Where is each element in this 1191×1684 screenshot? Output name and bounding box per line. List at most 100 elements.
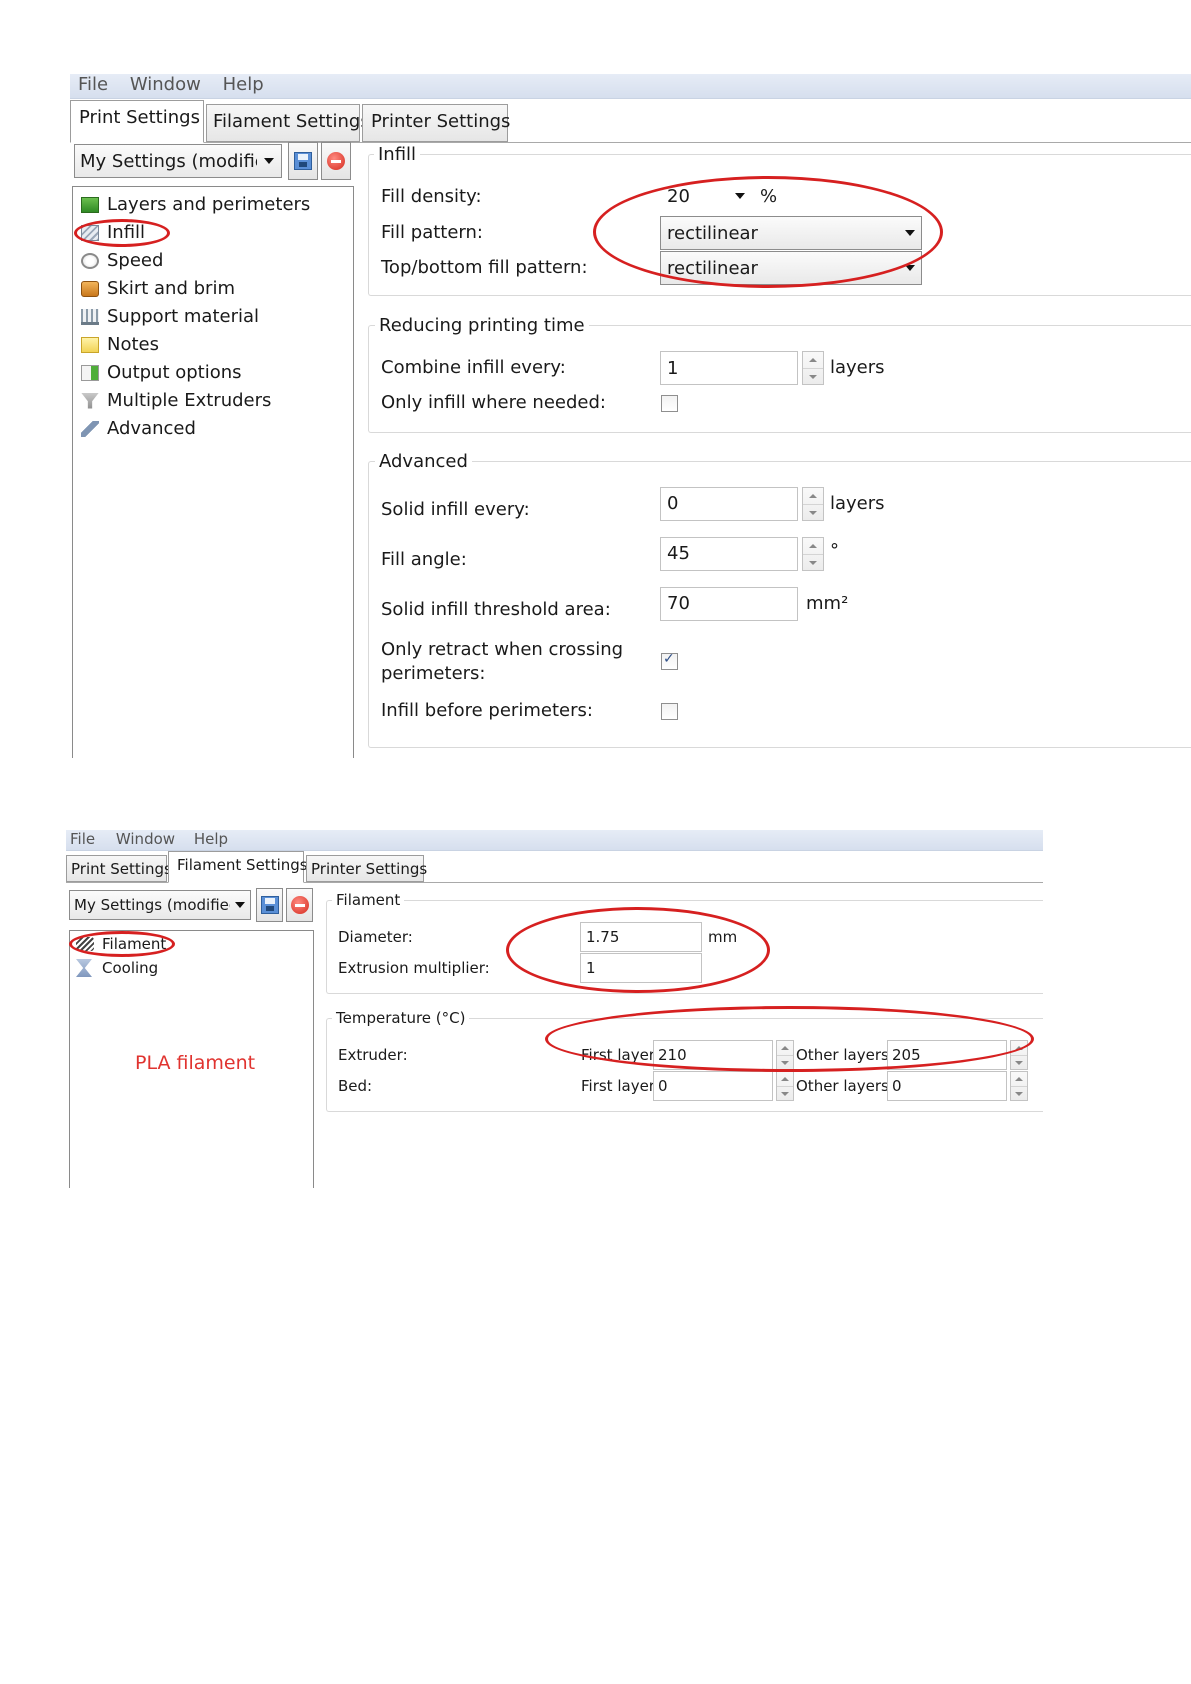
stepper-down-icon[interactable] xyxy=(777,1055,793,1070)
support-icon xyxy=(81,308,99,325)
menu-window[interactable]: Window xyxy=(130,74,201,96)
bed-label: Bed: xyxy=(338,1077,373,1095)
tree-item-speed[interactable]: Speed xyxy=(81,250,163,271)
bed-other-layers-label: Other layers: xyxy=(796,1077,894,1095)
solid-infill-every-input[interactable]: 0 xyxy=(660,487,798,521)
tree-item-layers[interactable]: Layers and perimeters xyxy=(81,194,310,215)
stepper-down-icon[interactable] xyxy=(777,1086,793,1101)
fill-density-unit: % xyxy=(760,186,778,207)
tree-item-filament[interactable]: Filament xyxy=(76,935,166,953)
tree-item-cooling[interactable]: Cooling xyxy=(76,959,158,977)
solid-infill-every-stepper[interactable] xyxy=(802,487,824,521)
solid-infill-every-label: Solid infill every: xyxy=(381,499,530,520)
fill-angle-unit: ° xyxy=(830,540,839,561)
extruder-label: Extruder: xyxy=(338,1046,408,1064)
delete-icon xyxy=(327,152,345,170)
diameter-label: Diameter: xyxy=(338,928,413,946)
stepper-up-icon[interactable] xyxy=(777,1072,793,1086)
filament-icon xyxy=(76,937,94,951)
tree-item-advanced[interactable]: Advanced xyxy=(81,418,196,439)
bed-other-layers-input[interactable]: 0 xyxy=(887,1071,1007,1101)
tree-item-label: Support material xyxy=(107,306,260,327)
temperature-section-title: Temperature (°C) xyxy=(332,1009,470,1027)
stepper-up-icon[interactable] xyxy=(803,352,823,368)
tab-strip: Print Settings Filament Settings Printer… xyxy=(66,851,1043,883)
threshold-area-unit: mm² xyxy=(806,593,849,614)
settings-tree: Layers and perimeters Infill Speed Skirt… xyxy=(72,186,354,758)
menu-file[interactable]: File xyxy=(78,74,108,96)
delete-preset-button[interactable] xyxy=(286,888,313,922)
menu-help[interactable]: Help xyxy=(194,830,228,849)
threshold-area-input[interactable]: 70 xyxy=(660,587,798,621)
bed-first-layer-input[interactable]: 0 xyxy=(653,1071,773,1101)
top-bottom-pattern-select[interactable]: rectilinear xyxy=(660,251,922,285)
tree-item-infill[interactable]: Infill xyxy=(81,222,145,243)
preset-select[interactable]: My Settings (modified xyxy=(69,890,251,920)
tree-item-skirt[interactable]: Skirt and brim xyxy=(81,278,235,299)
extruder-other-layers-input[interactable]: 205 xyxy=(887,1040,1007,1070)
stepper-up-icon[interactable] xyxy=(803,488,823,504)
combine-infill-input[interactable]: 1 xyxy=(660,351,798,385)
menu-file[interactable]: File xyxy=(70,830,95,849)
menu-help[interactable]: Help xyxy=(223,74,264,96)
menu-window[interactable]: Window xyxy=(116,830,175,849)
tab-print-settings[interactable]: Print Settings xyxy=(70,100,204,143)
stepper-down-icon[interactable] xyxy=(803,554,823,571)
tree-item-notes[interactable]: Notes xyxy=(81,334,159,355)
extrusion-multiplier-value: 1 xyxy=(586,959,596,977)
only-retract-checkbox[interactable] xyxy=(661,651,678,670)
extruder-first-layer-stepper[interactable] xyxy=(776,1040,794,1070)
fill-density-label: Fill density: xyxy=(381,186,482,207)
fill-density-select[interactable]: 20 xyxy=(660,182,754,210)
bed-other-layers-value: 0 xyxy=(892,1077,902,1095)
extruder-first-layer-input[interactable]: 210 xyxy=(653,1040,773,1070)
tree-item-extruders[interactable]: Multiple Extruders xyxy=(81,390,271,411)
tree-item-label: Cooling xyxy=(102,959,159,977)
only-infill-needed-checkbox[interactable] xyxy=(661,395,678,412)
stepper-up-icon[interactable] xyxy=(803,538,823,554)
bed-other-layers-stepper[interactable] xyxy=(1010,1071,1028,1101)
fill-angle-stepper[interactable] xyxy=(802,537,824,571)
tree-item-label: Output options xyxy=(107,362,242,383)
top-bottom-pattern-label: Top/bottom fill pattern: xyxy=(381,257,588,278)
tree-item-label: Advanced xyxy=(107,418,196,439)
extruder-other-layers-value: 205 xyxy=(892,1046,921,1064)
combine-infill-stepper[interactable] xyxy=(802,351,824,385)
menu-bar: File Window Help xyxy=(70,74,1191,99)
save-icon xyxy=(294,152,312,170)
extruder-first-layer-value: 210 xyxy=(658,1046,687,1064)
fill-pattern-label: Fill pattern: xyxy=(381,222,483,243)
tree-item-support[interactable]: Support material xyxy=(81,306,259,327)
infill-before-perimeters-checkbox[interactable] xyxy=(661,703,678,720)
extruder-other-layers-stepper[interactable] xyxy=(1010,1040,1028,1070)
reducing-time-section-title: Reducing printing time xyxy=(375,315,589,336)
solid-infill-every-value: 0 xyxy=(667,493,679,514)
stepper-down-icon[interactable] xyxy=(803,504,823,521)
diameter-input[interactable]: 1.75 xyxy=(580,922,702,952)
delete-preset-button[interactable] xyxy=(321,142,351,180)
extrusion-multiplier-input[interactable]: 1 xyxy=(580,953,702,983)
fill-pattern-select[interactable]: rectilinear xyxy=(660,216,922,250)
wrench-icon xyxy=(81,420,99,437)
save-preset-button[interactable] xyxy=(256,888,283,922)
save-preset-button[interactable] xyxy=(288,142,318,180)
bed-first-layer-stepper[interactable] xyxy=(776,1071,794,1101)
tab-printer-settings[interactable]: Printer Settings xyxy=(362,104,510,142)
stepper-up-icon[interactable] xyxy=(1011,1072,1027,1086)
stepper-down-icon[interactable] xyxy=(1011,1086,1027,1101)
combine-infill-value: 1 xyxy=(667,358,679,379)
stepper-up-icon[interactable] xyxy=(1011,1041,1027,1055)
stepper-up-icon[interactable] xyxy=(777,1041,793,1055)
infill-icon xyxy=(81,224,99,241)
tree-item-output[interactable]: Output options xyxy=(81,362,242,383)
tab-filament-settings[interactable]: Filament Settings xyxy=(206,104,370,142)
stepper-down-icon[interactable] xyxy=(803,368,823,385)
save-icon xyxy=(260,896,279,914)
fill-density-value: 20 xyxy=(667,186,690,207)
fill-angle-input[interactable]: 45 xyxy=(660,537,798,571)
tab-print-settings[interactable]: Print Settings xyxy=(66,855,172,882)
stepper-down-icon[interactable] xyxy=(1011,1055,1027,1070)
tab-filament-settings[interactable]: Filament Settings xyxy=(168,851,308,883)
preset-select[interactable]: My Settings (modified xyxy=(74,144,282,178)
tab-printer-settings[interactable]: Printer Settings xyxy=(306,855,427,882)
